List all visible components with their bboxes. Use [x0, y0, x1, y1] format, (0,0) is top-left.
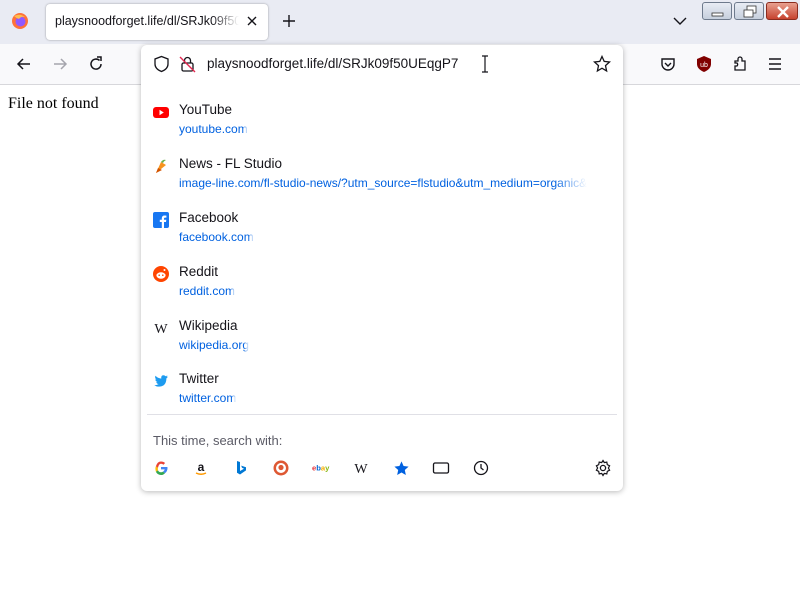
star-filled-icon — [393, 460, 409, 475]
result-url: wikipedia.org — [179, 338, 250, 352]
twitter-icon — [154, 375, 168, 387]
urlbar[interactable]: playsnoodforget.life/dl/SRJk09f50UEqgP7 — [141, 45, 623, 83]
pocket-icon[interactable] — [659, 55, 677, 73]
reload-icon[interactable] — [87, 55, 105, 73]
shield-icon[interactable] — [153, 55, 170, 73]
duckduckgo-icon[interactable] — [272, 459, 290, 477]
tab-rect-icon — [432, 462, 450, 474]
history-icon[interactable] — [472, 459, 490, 477]
bing-icon[interactable] — [232, 459, 250, 477]
minimize-icon — [711, 12, 724, 17]
svg-text:a: a — [198, 460, 205, 474]
duck-icon — [273, 460, 289, 476]
fl-studio-icon — [156, 159, 166, 173]
reddit-icon — [153, 266, 169, 282]
restore-button[interactable] — [734, 2, 764, 20]
url-input[interactable]: playsnoodforget.life/dl/SRJk09f50UEqgP7 — [207, 56, 458, 71]
tab-active[interactable]: playsnoodforget.life/dl/SRJk09f50UEqgP7 — [46, 4, 268, 40]
restore-icon — [743, 5, 757, 18]
svg-text:W: W — [354, 462, 368, 476]
wikipedia-icon[interactable]: W — [352, 459, 370, 477]
tab-strip: playsnoodforget.life/dl/SRJk09f50UEqgP7 — [0, 0, 800, 44]
text-cursor-icon — [482, 55, 488, 73]
amazon-icon[interactable]: a — [192, 459, 210, 477]
google-g-icon — [155, 461, 168, 475]
tab-title: playsnoodforget.life/dl/SRJk09f50UEqgP7 — [55, 14, 239, 28]
result-url: reddit.com — [179, 284, 236, 298]
minimize-button[interactable] — [702, 2, 732, 20]
hamburger-menu-icon[interactable] — [766, 55, 784, 73]
amazon-a-icon: a — [195, 460, 207, 475]
result-facebook[interactable]: Facebook facebook.com — [147, 208, 617, 260]
ublock-origin-icon[interactable]: ub — [695, 55, 713, 73]
close-tab-icon[interactable] — [244, 13, 260, 29]
result-title: Wikipedia — [179, 318, 238, 333]
puzzle-icon[interactable] — [731, 55, 749, 73]
youtube-icon — [153, 107, 169, 118]
bookmarks-icon[interactable] — [392, 459, 410, 477]
close-window-button[interactable] — [766, 2, 798, 20]
result-wikipedia[interactable]: W Wikipedia wikipedia.org — [147, 316, 617, 368]
wikipedia-w-icon: W — [354, 462, 368, 476]
bing-b-icon — [237, 461, 246, 475]
result-url: facebook.com — [179, 230, 254, 244]
clock-icon — [473, 460, 489, 476]
result-url: youtube.com — [179, 122, 248, 136]
back-arrow-icon[interactable] — [15, 55, 33, 73]
plus-icon[interactable] — [280, 12, 298, 30]
facebook-icon — [153, 212, 169, 228]
result-url: twitter.com — [179, 391, 237, 405]
forward-arrow-icon[interactable] — [51, 55, 69, 73]
google-icon[interactable] — [152, 459, 170, 477]
svg-text:ub: ub — [700, 62, 708, 69]
insecure-lock-icon[interactable] — [179, 55, 196, 73]
ebay-icon[interactable]: ebay — [312, 459, 330, 477]
result-title: Reddit — [179, 264, 219, 279]
search-with-label: This time, search with: — [153, 433, 283, 448]
divider — [147, 414, 617, 415]
svg-text:W: W — [154, 322, 168, 336]
firefox-logo[interactable] — [11, 12, 29, 30]
star-icon[interactable] — [593, 55, 611, 73]
svg-text:ebay: ebay — [312, 464, 330, 473]
page-message: File not found — [8, 95, 99, 112]
result-fl-studio[interactable]: News - FL Studio image-line.com/fl-studi… — [147, 154, 617, 206]
result-url: image-line.com/fl-studio-news/?utm_sourc… — [179, 176, 588, 190]
ebay-logo-icon: ebay — [312, 464, 330, 473]
result-title: News - FL Studio — [179, 156, 283, 171]
result-youtube[interactable]: YouTube youtube.com — [147, 100, 617, 152]
result-title: YouTube — [179, 102, 233, 117]
urlbar-dropdown: playsnoodforget.life/dl/SRJk09f50UEqgP7 … — [141, 45, 623, 491]
gear-icon[interactable] — [594, 459, 612, 477]
result-reddit[interactable]: Reddit reddit.com — [147, 262, 617, 314]
tabs-icon[interactable] — [432, 459, 450, 477]
result-title: Twitter — [179, 371, 219, 386]
chevron-down-icon[interactable] — [671, 12, 689, 30]
close-icon — [777, 6, 789, 18]
wikipedia-icon: W — [154, 322, 168, 336]
result-title: Facebook — [179, 210, 239, 225]
